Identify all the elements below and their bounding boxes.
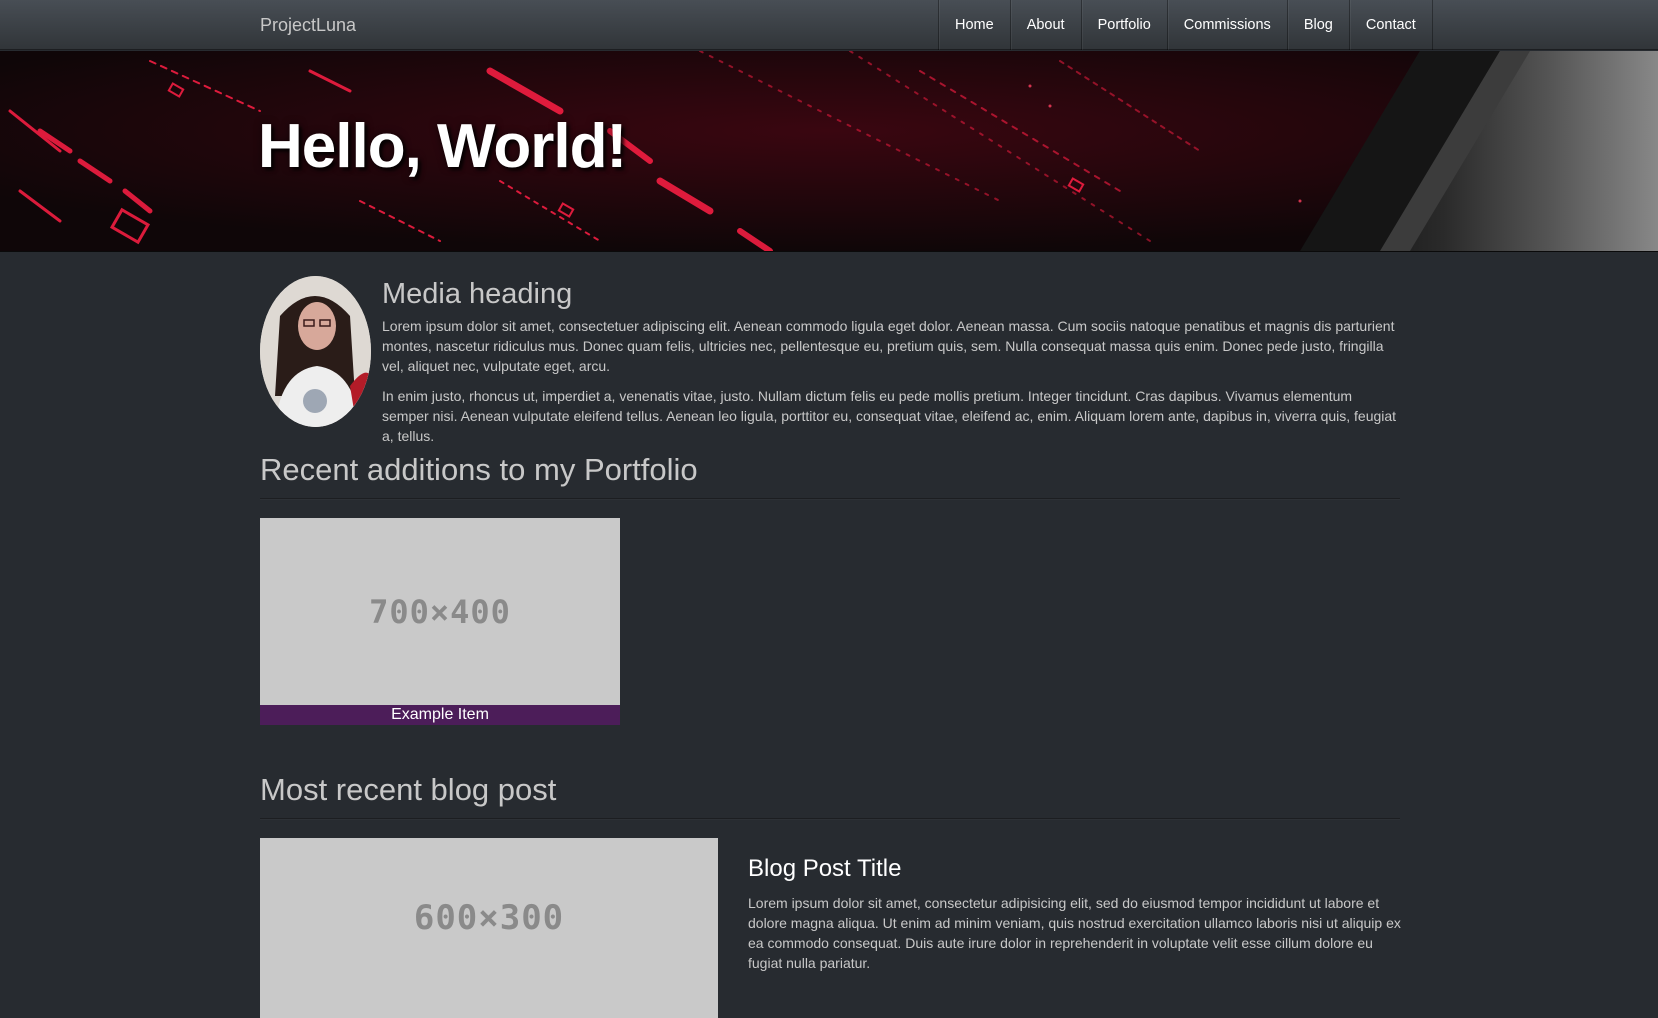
navbar: ProjectLuna Home About Portfolio Commiss… xyxy=(0,0,1658,50)
nav-item-portfolio[interactable]: Portfolio xyxy=(1082,0,1168,50)
nav-item-home[interactable]: Home xyxy=(939,0,1011,50)
portfolio-item-caption[interactable]: Example Item xyxy=(260,705,620,725)
hero-banner: Hello, World! xyxy=(0,51,1658,252)
media-paragraph: Lorem ipsum dolor sit amet, consectetuer… xyxy=(382,318,1395,374)
portfolio-section-heading: Recent additions to my Portfolio xyxy=(260,452,1400,499)
nav-item-commissions[interactable]: Commissions xyxy=(1168,0,1288,50)
nav-item-blog[interactable]: Blog xyxy=(1288,0,1350,50)
media-heading: Media heading xyxy=(382,278,573,310)
nav-item-contact[interactable]: Contact xyxy=(1350,0,1433,50)
brand-link[interactable]: ProjectLuna xyxy=(260,0,356,50)
nav-item-about[interactable]: About xyxy=(1011,0,1082,50)
avatar xyxy=(260,276,371,427)
nav-menu: Home About Portfolio Commissions Blog Co… xyxy=(938,0,1433,50)
avatar-photo xyxy=(260,276,371,427)
media-body: Media heading Lorem ipsum dolor sit amet… xyxy=(382,276,1402,456)
blog-post-excerpt: Lorem ipsum dolor sit amet, consectetur … xyxy=(748,895,1401,971)
blog-image-placeholder[interactable]: 600×300 xyxy=(260,838,718,1018)
portfolio-item[interactable]: 700×400 Example Item xyxy=(260,518,620,725)
hero-background-image xyxy=(0,51,1658,251)
portfolio-image-placeholder[interactable]: 700×400 xyxy=(260,518,620,705)
hero-title: Hello, World! xyxy=(258,112,627,181)
media-paragraph: In enim justo, rhoncus ut, imperdiet a, … xyxy=(382,388,1397,444)
blog-section-heading: Most recent blog post xyxy=(260,772,1400,819)
blog-post-title[interactable]: Blog Post Title xyxy=(748,855,901,883)
